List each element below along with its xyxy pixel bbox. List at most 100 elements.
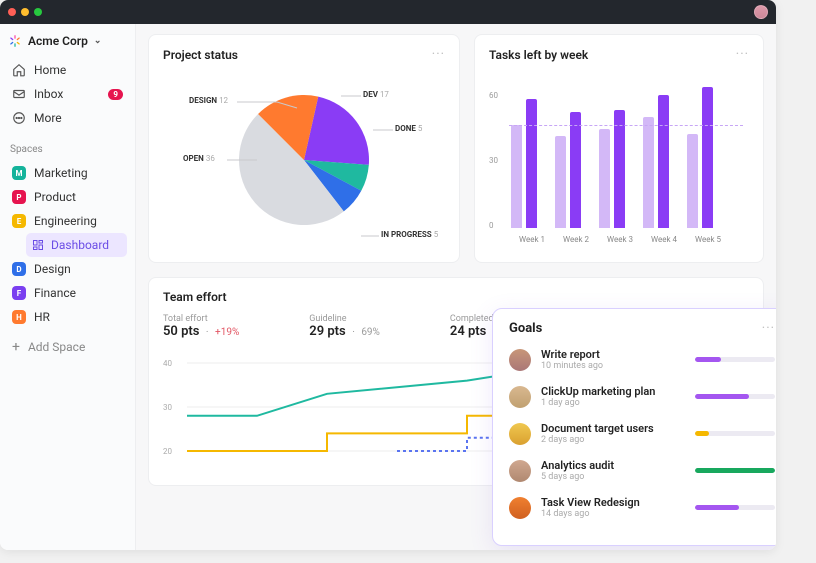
space-icon: E — [12, 214, 26, 228]
bar-group — [599, 110, 625, 228]
tasks-week-more-icon[interactable]: ··· — [736, 47, 749, 62]
space-icon: H — [12, 310, 26, 324]
goal-progress — [695, 394, 775, 399]
tasks-week-card: Tasks left by week ··· 0 30 60 Week 1Wee… — [474, 34, 764, 263]
bar-xlabel: Week 4 — [643, 235, 685, 244]
space-icon: M — [12, 166, 26, 180]
goal-time: 14 days ago — [541, 509, 685, 519]
project-status-card: Project status ··· DEV17 DON — [148, 34, 460, 263]
goal-name: ClickUp marketing plan — [541, 385, 685, 398]
goal-row[interactable]: Task View Redesign 14 days ago — [509, 496, 775, 519]
stat-guide-value: 29 pts — [309, 324, 345, 339]
space-icon: F — [12, 286, 26, 300]
stat-total-value: 50 pts — [163, 324, 199, 339]
bar — [687, 134, 698, 228]
goal-fill — [695, 468, 775, 473]
nav-home[interactable]: Home — [8, 58, 127, 82]
project-status-more-icon[interactable]: ··· — [432, 47, 445, 62]
bar — [643, 117, 654, 228]
bar-ytick: 0 — [489, 221, 494, 230]
nav-more[interactable]: More — [8, 106, 127, 130]
stat-total-label: Total effort — [163, 314, 239, 324]
home-icon — [12, 63, 26, 77]
goal-row[interactable]: ClickUp marketing plan 1 day ago — [509, 385, 775, 408]
sidebar-space-design[interactable]: DDesign — [8, 257, 127, 281]
sidebar-space-engineering[interactable]: E Engineering — [8, 209, 127, 233]
sidebar-space-hr[interactable]: HHR — [8, 305, 127, 329]
dashboard-icon — [32, 239, 44, 251]
bar — [526, 99, 537, 228]
goals-more-icon[interactable]: ··· — [762, 321, 775, 336]
bar-group — [643, 95, 669, 228]
workspace-switcher[interactable]: Acme Corp ⌄ — [8, 34, 127, 48]
bar — [511, 125, 522, 228]
goal-name: Task View Redesign — [541, 496, 685, 509]
space-label: Engineering — [34, 214, 97, 228]
bar-xlabel: Week 3 — [599, 235, 641, 244]
workspace-name: Acme Corp — [28, 34, 88, 48]
step-ytick: 40 — [163, 359, 172, 368]
minimize-dot[interactable] — [21, 8, 29, 16]
space-icon: P — [12, 190, 26, 204]
user-avatar[interactable] — [754, 5, 768, 19]
stat-guide-label: Guideline — [309, 314, 380, 324]
goal-row[interactable]: Document target users 2 days ago — [509, 422, 775, 445]
goal-text: ClickUp marketing plan 1 day ago — [541, 385, 685, 408]
goal-name: Write report — [541, 348, 685, 361]
project-status-pie: DEV17 DONE5 IN PROGRESS5 OPEN36 DESIGN12 — [163, 70, 445, 250]
goal-fill — [695, 505, 739, 510]
space-label: Finance — [34, 286, 76, 300]
bar — [702, 87, 713, 228]
sidebar-space-product[interactable]: PProduct — [8, 185, 127, 209]
bar — [555, 136, 566, 228]
child-label: Dashboard — [51, 238, 109, 252]
goal-avatar — [509, 460, 531, 482]
goal-time: 10 minutes ago — [541, 361, 685, 371]
bar-xlabel: Week 5 — [687, 235, 729, 244]
inbox-icon — [12, 87, 26, 101]
goal-progress — [695, 505, 775, 510]
sidebar-space-finance[interactable]: F Finance — [8, 281, 127, 305]
goal-avatar — [509, 386, 531, 408]
goal-text: Analytics audit 5 days ago — [541, 459, 685, 482]
inbox-badge: 9 — [108, 89, 123, 100]
goal-progress — [695, 468, 775, 473]
bar — [614, 110, 625, 228]
goal-fill — [695, 357, 721, 362]
zoom-dot[interactable] — [34, 8, 42, 16]
bar-reference-line — [509, 125, 743, 126]
goal-progress — [695, 357, 775, 362]
project-status-title: Project status — [163, 48, 238, 62]
sidebar-child-dashboard[interactable]: Dashboard — [26, 233, 127, 257]
nav-inbox[interactable]: Inbox 9 — [8, 82, 127, 106]
app-window: Acme Corp ⌄ Home Inbox 9 More Spaces MMa… — [0, 0, 776, 550]
goal-text: Task View Redesign 14 days ago — [541, 496, 685, 519]
sidebar-space-marketing[interactable]: M Marketing — [8, 161, 127, 185]
sidebar: Acme Corp ⌄ Home Inbox 9 More Spaces MMa… — [0, 24, 136, 550]
goal-row[interactable]: Write report 10 minutes ago — [509, 348, 775, 371]
goal-name: Analytics audit — [541, 459, 685, 472]
stat-guideline: Guideline 29 pts · 69% — [309, 314, 380, 339]
bar-ytick: 30 — [489, 156, 498, 165]
step-ytick: 30 — [163, 403, 172, 412]
goal-time: 5 days ago — [541, 472, 685, 482]
nav-more-label: More — [34, 111, 62, 125]
step-ytick: 20 — [163, 447, 172, 456]
goal-fill — [695, 431, 709, 436]
more-icon — [12, 111, 26, 125]
goal-progress — [695, 431, 775, 436]
goals-card: Goals ··· Write report 10 minutes ago Cl… — [492, 308, 776, 546]
goal-avatar — [509, 349, 531, 371]
close-dot[interactable] — [8, 8, 16, 16]
goal-time: 1 day ago — [541, 398, 685, 408]
nav-inbox-label: Inbox — [34, 87, 63, 101]
space-label: Marketing — [34, 166, 88, 180]
goals-title: Goals — [509, 321, 542, 336]
goal-row[interactable]: Analytics audit 5 days ago — [509, 459, 775, 482]
team-effort-title: Team effort — [163, 290, 749, 304]
space-label: Design — [34, 262, 71, 276]
pie-label-dev: DEV17 — [363, 90, 389, 99]
bar — [570, 112, 581, 228]
add-space-button[interactable]: + Add Space — [8, 335, 127, 359]
pie-label-done: DONE5 — [395, 124, 422, 133]
